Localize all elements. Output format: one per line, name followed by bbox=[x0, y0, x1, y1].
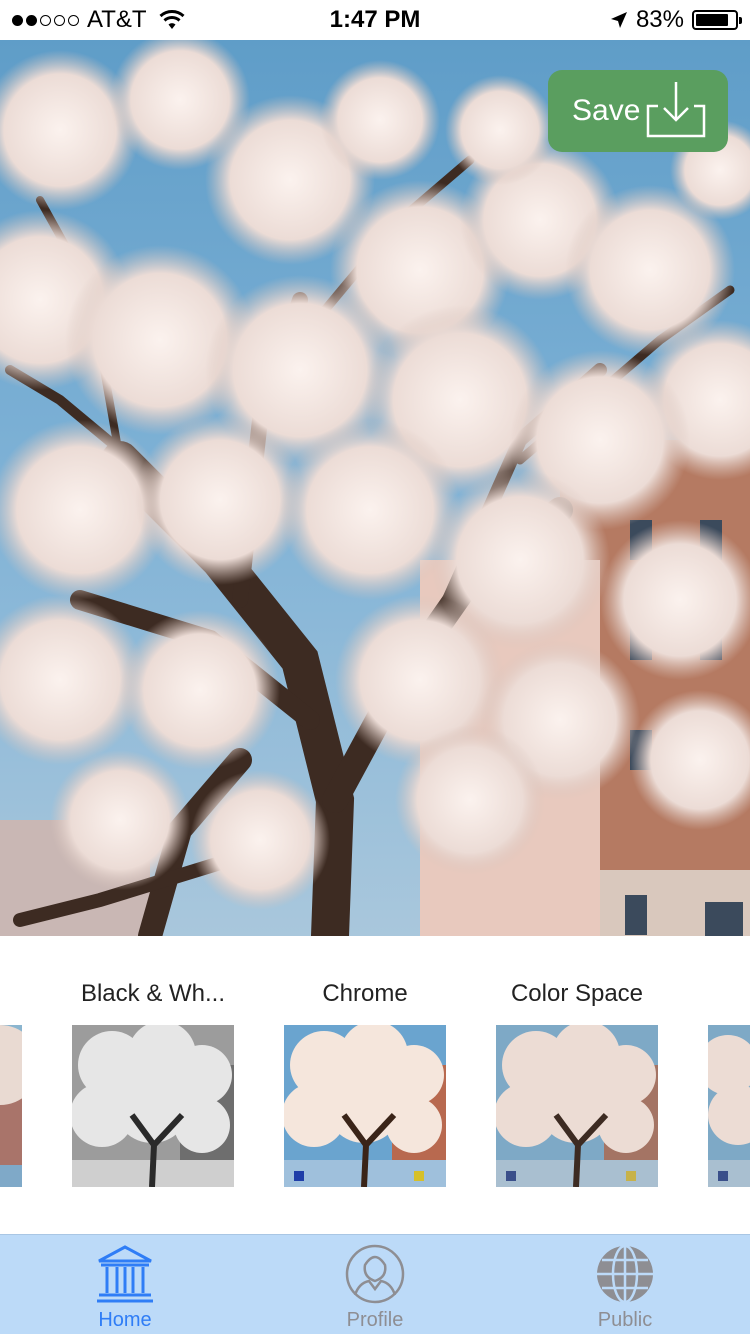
filter-label: Chrome bbox=[322, 980, 408, 1007]
bank-building-icon bbox=[97, 1245, 153, 1303]
tab-label: Home bbox=[98, 1309, 152, 1331]
location-arrow-icon bbox=[610, 12, 627, 28]
battery-percent: 83% bbox=[635, 6, 684, 33]
person-avatar-icon bbox=[345, 1244, 405, 1304]
status-bar: AT&T 1:47 PM 83% bbox=[0, 0, 750, 40]
filter-label: Color Space bbox=[510, 980, 644, 1007]
save-button[interactable]: Save bbox=[548, 70, 728, 152]
tab-home[interactable]: Home bbox=[0, 1235, 250, 1334]
tab-label: Profile bbox=[346, 1309, 404, 1331]
status-right: 83% bbox=[610, 6, 742, 33]
filter-thumb-colorspace bbox=[496, 1025, 658, 1187]
filter-thumb-grayscale bbox=[72, 1025, 234, 1187]
filter-thumb-partial-right[interactable] bbox=[708, 1025, 750, 1187]
save-label: Save bbox=[572, 94, 641, 127]
filter-thumb-chrome bbox=[284, 1025, 446, 1187]
tab-public[interactable]: Public bbox=[500, 1235, 750, 1334]
filter-label: Black & Wh... bbox=[80, 980, 226, 1007]
main-photo bbox=[0, 40, 750, 936]
download-tray-icon bbox=[646, 82, 706, 138]
globe-icon bbox=[597, 1244, 653, 1304]
filter-thumb-partial-left[interactable] bbox=[0, 1025, 22, 1187]
tab-bar: Home Profile Public bbox=[0, 1234, 750, 1334]
battery-icon bbox=[692, 10, 742, 30]
battery-level bbox=[696, 14, 728, 26]
tab-label: Public bbox=[597, 1309, 653, 1331]
cherry-blossom-photo bbox=[0, 40, 750, 936]
tab-profile[interactable]: Profile bbox=[250, 1235, 500, 1334]
filter-strip[interactable]: Black & Wh... Chrome Color Space bbox=[0, 936, 750, 1234]
